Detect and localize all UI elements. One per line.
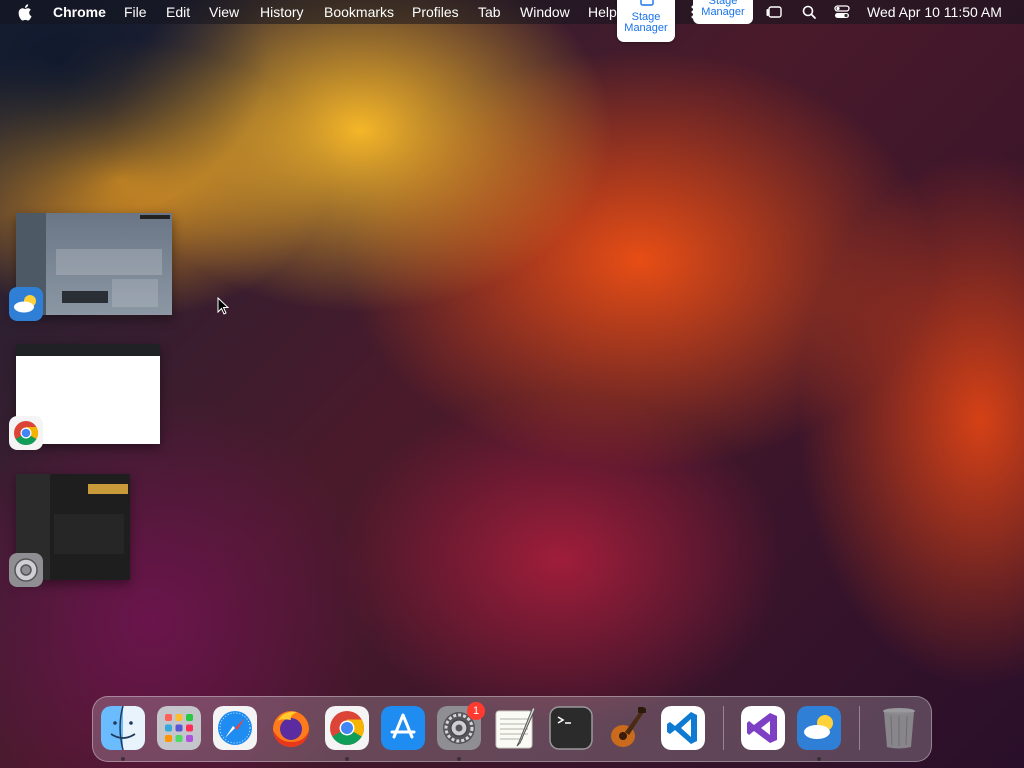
menu-app-name[interactable]: Chrome <box>53 4 106 20</box>
dock-separator-trash <box>859 706 860 750</box>
thumbnail-dark-panel <box>62 291 108 303</box>
system-settings-app-icon-small <box>9 553 43 587</box>
thumbnail-wallpaper-swatches <box>88 484 128 494</box>
menu-bar: Chrome File Edit View History Bookmarks … <box>0 0 1024 24</box>
menu-bar-clock[interactable]: Wed Apr 10 11:50 AM <box>867 4 1002 20</box>
menu-profiles[interactable]: Profiles <box>412 4 459 20</box>
weather-dock-icon[interactable] <box>797 706 841 750</box>
finder-icon[interactable] <box>101 706 145 750</box>
safari-icon[interactable] <box>213 706 257 750</box>
thumbnail-titlebar <box>140 215 170 219</box>
menu-view[interactable]: View <box>209 4 239 20</box>
dock-separator <box>723 706 724 750</box>
menu-history[interactable]: History <box>260 4 304 20</box>
thumbnail-settings-content <box>54 514 124 554</box>
stage-manager-label-line2: Manager <box>624 22 668 34</box>
stage-manager-small-label-2: Manager <box>701 6 745 18</box>
firefox-icon[interactable] <box>269 706 313 750</box>
menu-edit[interactable]: Edit <box>166 4 190 20</box>
mouse-pointer-icon <box>217 297 229 315</box>
finder-running-indicator <box>121 757 125 761</box>
textedit-icon[interactable] <box>493 706 537 750</box>
apple-menu-icon[interactable] <box>18 3 34 21</box>
terminal-icon[interactable] <box>549 706 593 750</box>
app-store-icon[interactable] <box>381 706 425 750</box>
stage-manager-status-icon[interactable] <box>765 3 783 21</box>
chrome-dock-icon[interactable] <box>325 706 369 750</box>
trash-icon[interactable] <box>877 706 921 750</box>
weather-running-indicator <box>817 757 821 761</box>
stage-manager-small-tile[interactable]: Stage Manager <box>693 0 753 24</box>
garageband-icon[interactable] <box>605 706 649 750</box>
thumbnail-forecast-panel <box>56 249 162 275</box>
spotlight-search-icon[interactable] <box>800 3 818 21</box>
launchpad-icon[interactable] <box>157 706 201 750</box>
menu-file[interactable]: File <box>124 4 147 20</box>
chrome-running-indicator <box>345 757 349 761</box>
stage-manager-tile[interactable]: Stage Manager <box>617 0 675 42</box>
weather-app-icon <box>9 287 43 321</box>
stage-manager-icon <box>640 0 654 6</box>
vscode-icon[interactable] <box>661 706 705 750</box>
chrome-app-icon-small <box>9 416 43 450</box>
visual-studio-icon[interactable] <box>741 706 785 750</box>
control-center-icon[interactable] <box>833 3 851 21</box>
menu-bookmarks[interactable]: Bookmarks <box>324 4 394 20</box>
thumbnail-tabbar <box>16 344 160 356</box>
system-settings-running-indicator <box>457 757 461 761</box>
thumbnail-map-panel <box>112 279 158 307</box>
menu-tab[interactable]: Tab <box>478 4 501 20</box>
menu-window[interactable]: Window <box>520 4 570 20</box>
system-settings-notification-badge: 1 <box>467 702 485 720</box>
menu-help[interactable]: Help <box>588 4 617 20</box>
